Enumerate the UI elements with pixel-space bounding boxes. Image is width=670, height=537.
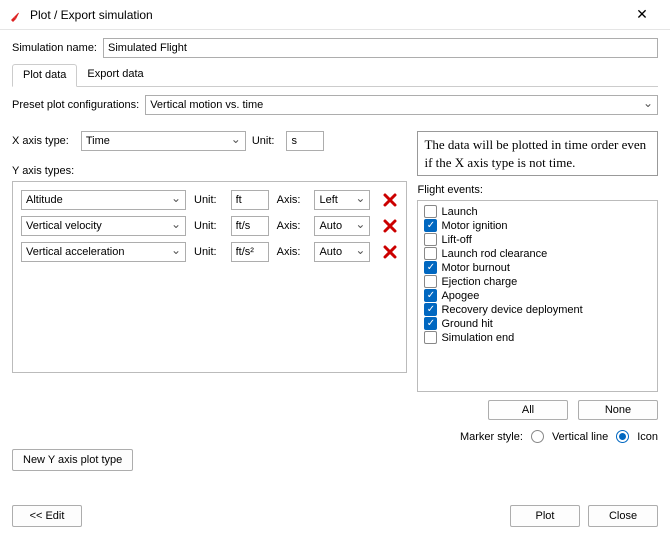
flight-event-label: Lift-off: [441, 234, 471, 246]
yaxis-unit-input[interactable]: [231, 190, 269, 210]
tab-strip: Plot data Export data: [12, 64, 658, 87]
flight-event-item[interactable]: Ejection charge: [422, 275, 653, 288]
yaxis-row: Vertical velocity Unit: Axis: Auto: [21, 216, 398, 236]
all-button[interactable]: All: [488, 400, 568, 420]
marker-vertical-radio[interactable]: [531, 430, 544, 443]
preset-label: Preset plot configurations:: [12, 99, 139, 111]
yaxis-unit-label: Unit:: [194, 194, 217, 206]
flight-event-item[interactable]: Simulation end: [422, 331, 653, 344]
yaxis-type-select[interactable]: Vertical velocity: [21, 216, 186, 236]
yaxis-unit-input[interactable]: [231, 216, 269, 236]
flight-event-label: Simulation end: [441, 332, 514, 344]
flight-event-label: Motor ignition: [441, 220, 507, 232]
edit-button[interactable]: << Edit: [12, 505, 82, 527]
window-title: Plot / Export simulation: [30, 8, 622, 22]
flight-event-label: Ground hit: [441, 318, 492, 330]
title-bar: Plot / Export simulation ✕: [0, 0, 670, 30]
flight-events-label: Flight events:: [417, 184, 652, 196]
info-message: The data will be plotted in time order e…: [417, 131, 658, 176]
yaxis-unit-label: Unit:: [194, 220, 217, 232]
flight-event-checkbox[interactable]: [424, 261, 437, 274]
flight-event-label: Ejection charge: [441, 276, 517, 288]
marker-icon-label[interactable]: Icon: [637, 431, 658, 443]
yaxis-axis-label: Axis:: [277, 220, 301, 232]
yaxis-row: Altitude Unit: Axis: Left: [21, 190, 398, 210]
yaxis-axis-label: Axis:: [277, 246, 301, 258]
close-button[interactable]: Close: [588, 505, 658, 527]
xaxis-unit-input[interactable]: [286, 131, 324, 151]
yaxis-type-select[interactable]: Vertical acceleration: [21, 242, 186, 262]
footer: << Edit Plot Close: [0, 495, 670, 537]
flight-event-item[interactable]: Motor ignition: [422, 219, 653, 232]
plot-button[interactable]: Plot: [510, 505, 580, 527]
yaxis-type-select[interactable]: Altitude: [21, 190, 186, 210]
app-icon: [8, 7, 24, 23]
flight-event-label: Launch: [441, 206, 477, 218]
flight-event-checkbox[interactable]: [424, 205, 437, 218]
flight-event-item[interactable]: Motor burnout: [422, 261, 653, 274]
tab-plot-data[interactable]: Plot data: [12, 64, 77, 87]
flight-event-label: Recovery device deployment: [441, 304, 582, 316]
marker-icon-radio[interactable]: [616, 430, 629, 443]
xaxis-type-select[interactable]: Time: [81, 131, 246, 151]
flight-event-checkbox[interactable]: [424, 233, 437, 246]
flight-event-item[interactable]: Apogee: [422, 289, 653, 302]
delete-icon[interactable]: [382, 218, 398, 234]
delete-icon[interactable]: [382, 192, 398, 208]
window-close-button[interactable]: ✕: [622, 1, 662, 29]
flight-event-label: Motor burnout: [441, 262, 509, 274]
flight-event-label: Apogee: [441, 290, 479, 302]
simulation-name-input[interactable]: [103, 38, 658, 58]
flight-event-checkbox[interactable]: [424, 331, 437, 344]
marker-style-label: Marker style:: [460, 431, 523, 443]
new-y-axis-button[interactable]: New Y axis plot type: [12, 449, 133, 471]
delete-icon[interactable]: [382, 244, 398, 260]
flight-event-item[interactable]: Launch rod clearance: [422, 247, 653, 260]
flight-event-checkbox[interactable]: [424, 219, 437, 232]
simulation-name-label: Simulation name:: [12, 42, 97, 54]
preset-select[interactable]: Vertical motion vs. time: [145, 95, 658, 115]
flight-event-item[interactable]: Ground hit: [422, 317, 653, 330]
flight-event-checkbox[interactable]: [424, 317, 437, 330]
flight-event-checkbox[interactable]: [424, 275, 437, 288]
tab-export-data[interactable]: Export data: [77, 64, 153, 86]
flight-event-item[interactable]: Launch: [422, 205, 653, 218]
yaxis-axis-label: Axis:: [277, 194, 301, 206]
yaxis-axis-select[interactable]: Auto: [314, 242, 370, 262]
flight-event-label: Launch rod clearance: [441, 248, 547, 260]
none-button[interactable]: None: [578, 400, 658, 420]
yaxis-list: Altitude Unit: Axis: Left Vertical velocity U…: [12, 181, 407, 373]
flight-event-checkbox[interactable]: [424, 289, 437, 302]
flight-event-item[interactable]: Lift-off: [422, 233, 653, 246]
yaxis-axis-select[interactable]: Auto: [314, 216, 370, 236]
flight-event-item[interactable]: Recovery device deployment: [422, 303, 653, 316]
yaxis-row: Vertical acceleration Unit: Axis: Auto: [21, 242, 398, 262]
xaxis-type-label: X axis type:: [12, 135, 69, 147]
xaxis-unit-label: Unit:: [252, 135, 275, 147]
yaxis-unit-label: Unit:: [194, 246, 217, 258]
yaxis-types-label: Y axis types:: [12, 165, 401, 177]
flight-events-list: Launch Motor ignition Lift-off Launch rod c…: [417, 200, 658, 392]
yaxis-axis-select[interactable]: Left: [314, 190, 370, 210]
marker-vertical-label[interactable]: Vertical line: [552, 431, 608, 443]
yaxis-unit-input[interactable]: [231, 242, 269, 262]
flight-event-checkbox[interactable]: [424, 303, 437, 316]
flight-event-checkbox[interactable]: [424, 247, 437, 260]
